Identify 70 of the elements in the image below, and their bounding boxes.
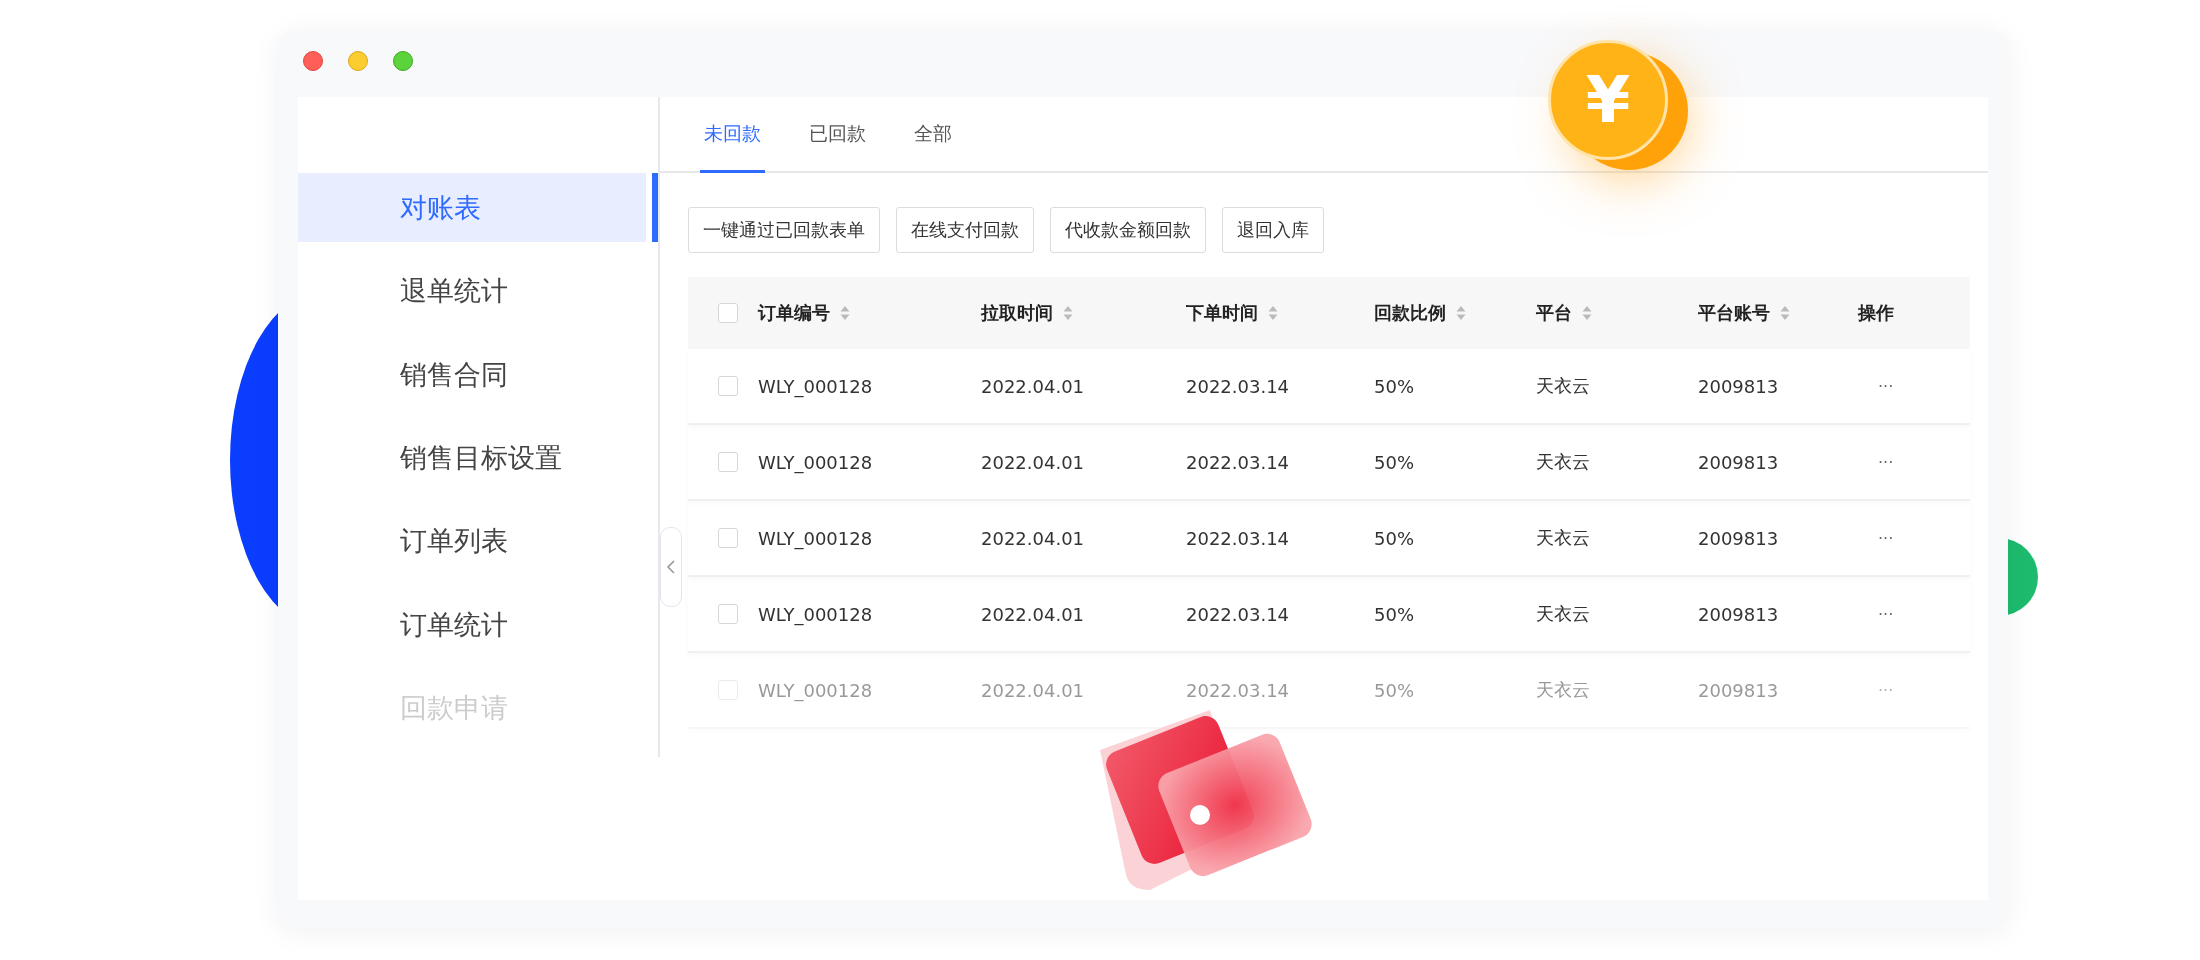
more-button[interactable]: ···: [1858, 376, 1894, 396]
table-cell: 天衣云: [1536, 678, 1590, 702]
sidebar-item[interactable]: 对账表: [298, 173, 658, 243]
table-cell: 50%: [1374, 527, 1414, 549]
table-cell: 50%: [1374, 451, 1414, 473]
action-button[interactable]: 一键通过已回款表单: [688, 207, 880, 253]
sort-icon[interactable]: [1063, 306, 1073, 320]
column-header: 拉取时间: [981, 301, 1053, 325]
column-header: 下单时间: [1186, 301, 1258, 325]
table-cell: 2009813: [1698, 679, 1779, 701]
sort-icon[interactable]: [1582, 306, 1592, 320]
table-cell: WLY_000128: [758, 451, 873, 473]
close-button[interactable]: [303, 51, 323, 71]
checkbox[interactable]: [718, 528, 738, 548]
column-header: 平台: [1536, 301, 1572, 325]
table-cell: 2022.04.01: [981, 451, 1085, 473]
table-cell: WLY_000128: [758, 375, 873, 397]
more-button[interactable]: ···: [1858, 604, 1894, 624]
action-button[interactable]: 在线支付回款: [896, 207, 1034, 253]
table-cell: 2022.04.01: [981, 679, 1085, 701]
table-cell: 天衣云: [1536, 602, 1590, 626]
sidebar-item[interactable]: 销售目标设置: [298, 423, 658, 493]
checkbox[interactable]: [718, 303, 738, 323]
checkbox[interactable]: [718, 452, 738, 472]
table-cell: 2022.03.14: [1186, 527, 1290, 549]
table-cell: 2009813: [1698, 375, 1779, 397]
tab[interactable]: 全部: [910, 97, 956, 173]
checkbox[interactable]: [718, 376, 738, 396]
action-button[interactable]: 代收款金额回款: [1050, 207, 1206, 253]
sidebar-item[interactable]: 订单列表: [298, 506, 658, 577]
table-cell: WLY_000128: [758, 603, 873, 625]
table-cell: 50%: [1374, 679, 1414, 701]
action-button[interactable]: 退回入库: [1222, 207, 1324, 253]
table-cell: 2022.03.14: [1186, 451, 1290, 473]
table-cell: WLY_000128: [758, 527, 873, 549]
more-button[interactable]: ···: [1858, 528, 1894, 548]
collapse-handle[interactable]: [660, 527, 682, 607]
table-cell: 2022.03.14: [1186, 679, 1290, 701]
column-header: 操作: [1858, 301, 1894, 325]
table-cell: 2009813: [1698, 527, 1779, 549]
table-cell: 2022.04.01: [981, 527, 1085, 549]
sidebar-item[interactable]: 退单统计: [298, 256, 658, 326]
table-cell: 天衣云: [1536, 526, 1590, 550]
column-header: 回款比例: [1374, 301, 1446, 325]
more-button[interactable]: ···: [1858, 452, 1894, 472]
table-cell: 50%: [1374, 603, 1414, 625]
table-cell: 2022.04.01: [981, 603, 1085, 625]
table-cell: 天衣云: [1536, 450, 1590, 474]
sidebar-item[interactable]: 订单统计: [298, 590, 658, 660]
sort-icon[interactable]: [840, 306, 850, 320]
table-cell: 2009813: [1698, 603, 1779, 625]
table-cell: 天衣云: [1536, 374, 1590, 398]
checkbox[interactable]: [718, 604, 738, 624]
table-cell: 50%: [1374, 375, 1414, 397]
sidebar-item[interactable]: 销售合同: [298, 339, 658, 410]
tab[interactable]: 未回款: [700, 97, 765, 173]
table-cell: 2022.03.14: [1186, 603, 1290, 625]
sort-icon[interactable]: [1456, 306, 1466, 320]
table-cell: 2009813: [1698, 451, 1779, 473]
sort-icon[interactable]: [1268, 306, 1278, 320]
table-cell: 2022.03.14: [1186, 375, 1290, 397]
tab[interactable]: 已回款: [805, 97, 870, 173]
sort-icon[interactable]: [1780, 306, 1790, 320]
table-cell: WLY_000128: [758, 679, 873, 701]
chevron-left-icon: [666, 559, 676, 575]
table-cell: 2022.04.01: [981, 375, 1085, 397]
minimize-button[interactable]: [348, 51, 368, 71]
column-header: 订单编号: [758, 301, 830, 325]
column-header: 平台账号: [1698, 301, 1770, 325]
zoom-button[interactable]: [393, 51, 413, 71]
